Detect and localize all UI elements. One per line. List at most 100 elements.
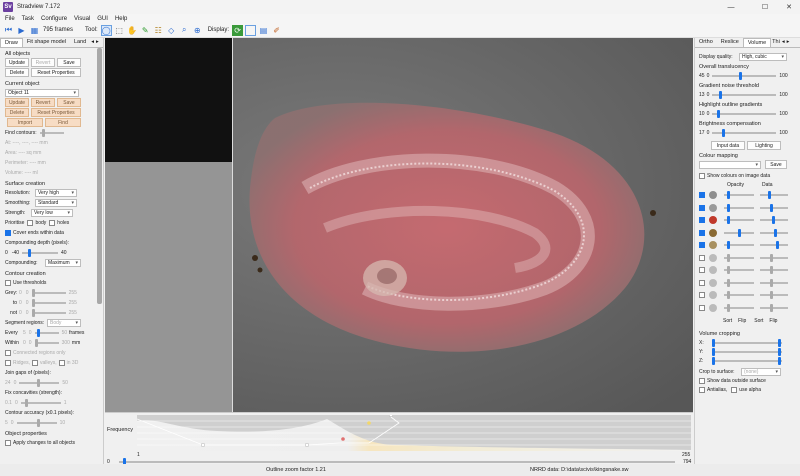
colour-opacity-slider[interactable]: [724, 291, 754, 300]
strength-select[interactable]: Very low: [31, 208, 73, 217]
colour-opacity-slider[interactable]: [724, 241, 754, 250]
overall-translucency-slider[interactable]: [712, 71, 777, 80]
tab-reslice[interactable]: Reslice: [717, 38, 743, 47]
opacity-sort-button[interactable]: Sort: [723, 318, 732, 324]
within-slider[interactable]: [34, 338, 59, 347]
probe-tool-icon[interactable]: ⊕: [192, 25, 203, 36]
colour-swatch-icon[interactable]: [709, 191, 717, 200]
colour-data-slider[interactable]: [760, 203, 788, 212]
connected-checkbox[interactable]: [5, 349, 11, 356]
menu-visual[interactable]: Visual: [74, 16, 90, 22]
input-data-button[interactable]: Input data: [711, 141, 745, 150]
delete-button[interactable]: Delete: [5, 68, 29, 77]
tab-volume[interactable]: Volume: [742, 38, 772, 47]
import-button[interactable]: Import: [7, 118, 43, 127]
left-panel-scrollbar[interactable]: [97, 48, 102, 304]
colour-swatch-icon[interactable]: [709, 203, 717, 212]
object-reset-properties-button[interactable]: Reset Properties: [31, 108, 81, 117]
colour-swatch-icon[interactable]: [709, 291, 717, 300]
data-flip-button[interactable]: Flip: [769, 318, 777, 324]
object-delete-button[interactable]: Delete: [5, 108, 29, 117]
colour-data-slider[interactable]: [760, 241, 788, 250]
pencil-tool-icon[interactable]: ✎: [140, 25, 151, 36]
opacity-flip-button[interactable]: Flip: [738, 318, 746, 324]
blank-display-icon[interactable]: [245, 24, 257, 36]
colour-mapping-save-button[interactable]: Save: [765, 160, 787, 169]
resolution-select[interactable]: Very high: [35, 188, 77, 197]
colour-map-row-checkbox[interactable]: [699, 192, 705, 199]
revert-button[interactable]: Revert: [31, 58, 55, 67]
colour-opacity-slider[interactable]: [724, 303, 754, 312]
transfer-function-editor[interactable]: [137, 415, 691, 451]
lighting-button[interactable]: Lighting: [747, 141, 781, 150]
display-quality-select[interactable]: High, cubic: [739, 52, 787, 61]
hand-tool-icon[interactable]: ✋: [127, 25, 138, 36]
holes-checkbox[interactable]: [49, 219, 56, 226]
in3d-checkbox[interactable]: [58, 359, 65, 366]
crop-x-slider[interactable]: [712, 338, 782, 347]
colour-swatch-icon[interactable]: [709, 303, 717, 312]
antialias-checkbox[interactable]: [699, 386, 705, 393]
menu-help[interactable]: Help: [115, 16, 127, 22]
crop-y-slider[interactable]: [712, 347, 782, 356]
segment-regions-select[interactable]: Body: [47, 318, 81, 327]
tab-thi[interactable]: Thi: [771, 38, 781, 47]
colour-map-row-checkbox[interactable]: [699, 229, 705, 236]
colour-opacity-slider[interactable]: [724, 266, 754, 275]
body-checkbox[interactable]: [27, 219, 34, 226]
maximize-icon[interactable]: ☐: [752, 0, 778, 14]
not-slider[interactable]: [31, 308, 66, 317]
eraser-tool-icon[interactable]: ◇: [166, 25, 177, 36]
show-colours-checkbox[interactable]: [699, 172, 705, 179]
threshold-tool-icon[interactable]: ☷: [153, 25, 164, 36]
ortho-view-lower[interactable]: [105, 162, 232, 412]
colour-map-row-checkbox[interactable]: [699, 217, 705, 224]
colour-opacity-slider[interactable]: [724, 228, 754, 237]
colour-opacity-slider[interactable]: [724, 253, 754, 262]
find-contours-slider[interactable]: [39, 128, 64, 137]
grey-slider[interactable]: [31, 288, 66, 297]
colour-data-slider[interactable]: [760, 291, 788, 300]
tab-ortho[interactable]: Ortho: [695, 38, 717, 47]
colour-map-row-checkbox[interactable]: [699, 292, 705, 299]
ortho-view-top[interactable]: [105, 38, 232, 162]
zoom-tool-icon[interactable]: ⌕: [179, 25, 190, 36]
menu-task[interactable]: Task: [22, 16, 34, 22]
colour-swatch-icon[interactable]: [709, 241, 717, 250]
tab-fit-shape-model[interactable]: Fit shape model: [23, 38, 70, 47]
every-slider[interactable]: [34, 328, 59, 337]
colour-map-row-checkbox[interactable]: [699, 304, 705, 311]
paint-display-icon[interactable]: ✐: [271, 25, 282, 36]
colour-data-slider[interactable]: [760, 278, 788, 287]
colour-data-slider[interactable]: [760, 266, 788, 275]
colour-opacity-slider[interactable]: [724, 278, 754, 287]
colour-swatch-icon[interactable]: [709, 266, 717, 275]
skip-back-icon[interactable]: ⏮: [3, 25, 14, 36]
object-select[interactable]: Object 11: [5, 88, 79, 97]
smoothing-select[interactable]: Standard: [35, 198, 77, 207]
colour-swatch-icon[interactable]: [709, 253, 717, 262]
cover-ends-checkbox[interactable]: [5, 229, 11, 236]
colour-data-slider[interactable]: [760, 216, 788, 225]
colour-map-row-checkbox[interactable]: [699, 254, 705, 261]
right-tab-scroll-right-icon[interactable]: ▸: [786, 38, 791, 47]
contour-accuracy-slider[interactable]: [16, 418, 57, 427]
colour-opacity-slider[interactable]: [724, 203, 754, 212]
colour-data-slider[interactable]: [760, 228, 788, 237]
play-icon[interactable]: ▶: [16, 25, 27, 36]
save-button[interactable]: Save: [57, 58, 81, 67]
colour-swatch-icon[interactable]: [709, 228, 717, 237]
layout-display-icon[interactable]: ▤: [258, 25, 269, 36]
frame-slider[interactable]: [119, 458, 675, 466]
menu-gui[interactable]: GUI: [97, 16, 108, 22]
crop-z-slider[interactable]: [712, 356, 782, 365]
menu-configure[interactable]: Configure: [41, 16, 67, 22]
use-alpha-checkbox[interactable]: [731, 386, 738, 393]
data-sort-button[interactable]: Sort: [754, 318, 763, 324]
colour-opacity-slider[interactable]: [724, 191, 754, 200]
apply-all-checkbox[interactable]: [5, 439, 11, 446]
update-button[interactable]: Update: [5, 58, 29, 67]
colour-opacity-slider[interactable]: [724, 216, 754, 225]
tab-draw[interactable]: Draw: [0, 38, 23, 47]
menu-file[interactable]: File: [5, 16, 15, 22]
